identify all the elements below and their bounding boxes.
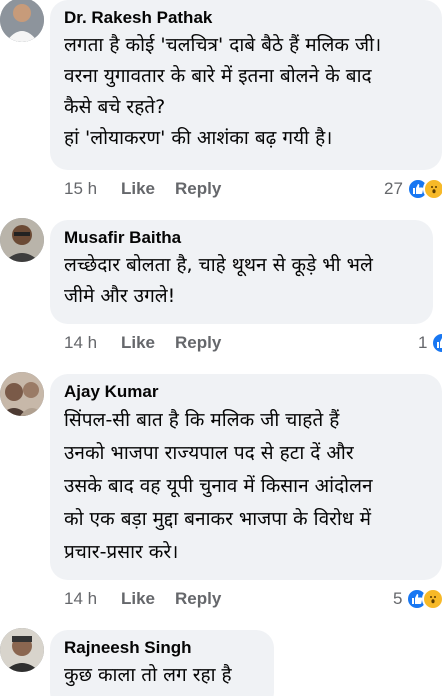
comment-line: जीमे और उगले! [64,285,176,307]
reaction-count: 1 [418,333,428,352]
comment-bubble: Rajneesh Singh कुछ काला तो लग रहा है [50,630,274,696]
reactions-summary[interactable]: 5 [393,586,442,612]
comment-author[interactable]: Rajneesh Singh [64,638,260,658]
comment-line: उसके बाद वह यूपी चुनाव में किसान आंदोलन [64,475,373,497]
like-button[interactable]: Like [121,333,155,353]
comment-bubble: Dr. Rakesh Pathak लगता है कोई 'चलचित्र' … [50,0,442,170]
reaction-icons [431,332,442,354]
comment-bubble: Ajay Kumar सिंपल-सी बात है कि मलिक जी चा… [50,374,442,580]
comment-timestamp[interactable]: 15 h [64,179,121,199]
reaction-icons [406,178,442,200]
comment-text: कुछ काला तो लग रहा है [64,660,260,691]
comment-line: हां 'लोयाकरण' की आशंका बढ़ गयी है। [64,127,333,149]
reaction-count: 5 [393,589,403,608]
comment-author[interactable]: Dr. Rakesh Pathak [64,8,428,28]
comment-line: प्रचार-प्रसार करे। [64,541,179,563]
comment-line: वरना युगावतार के बारे में इतना बोलने के … [64,65,372,87]
comment-text: लगता है कोई 'चलचित्र' दाबे बैठे हैं मलिक… [64,30,428,154]
like-button[interactable]: Like [121,179,155,199]
comment-line: कुछ काला तो लग रहा है [64,664,232,686]
comment-line: उनको भाजपा राज्यपाल पद से हटा दें और [64,442,354,464]
comment-actions: 15 h Like Reply [64,178,241,200]
comment-timestamp[interactable]: 14 h [64,333,121,353]
avatar[interactable] [0,0,44,42]
reply-button[interactable]: Reply [175,179,221,199]
reaction-icons [406,588,442,610]
comment-line: कैसे बचे रहते? [64,96,166,118]
comment-line: लगता है कोई 'चलचित्र' दाबे बैठे हैं मलिक… [64,34,382,56]
avatar[interactable] [0,628,44,672]
comment-author[interactable]: Ajay Kumar [64,382,428,402]
avatar[interactable] [0,218,44,262]
comment-line: लच्छेदार बोलता है, चाहे थूथन से कूड़े भी… [64,254,373,276]
comment-author[interactable]: Musafir Baitha [64,228,419,248]
comment-timestamp[interactable]: 14 h [64,589,121,609]
wow-icon [422,178,442,200]
like-button[interactable]: Like [121,589,155,609]
reply-button[interactable]: Reply [175,333,221,353]
reply-button[interactable]: Reply [175,589,221,609]
avatar[interactable] [0,372,44,416]
comment-line: को एक बड़ा मुद्दा बनाकर भाजपा के विरोध म… [64,508,371,530]
comment-actions: 14 h Like Reply [64,588,241,610]
comment-text: लच्छेदार बोलता है, चाहे थूथन से कूड़े भी… [64,250,419,312]
comment-bubble: Musafir Baitha लच्छेदार बोलता है, चाहे थ… [50,220,433,324]
comment-line: सिंपल-सी बात है कि मलिक जी चाहते हैं [64,409,340,431]
comment-text: सिंपल-सी बात है कि मलिक जी चाहते हैं उनक… [64,404,428,569]
like-icon [431,332,442,354]
comment-actions: 14 h Like Reply [64,332,241,354]
wow-icon [422,588,442,610]
reactions-summary[interactable]: 1 [418,330,442,356]
reactions-summary[interactable]: 27 [384,176,442,202]
reaction-count: 27 [384,179,403,198]
